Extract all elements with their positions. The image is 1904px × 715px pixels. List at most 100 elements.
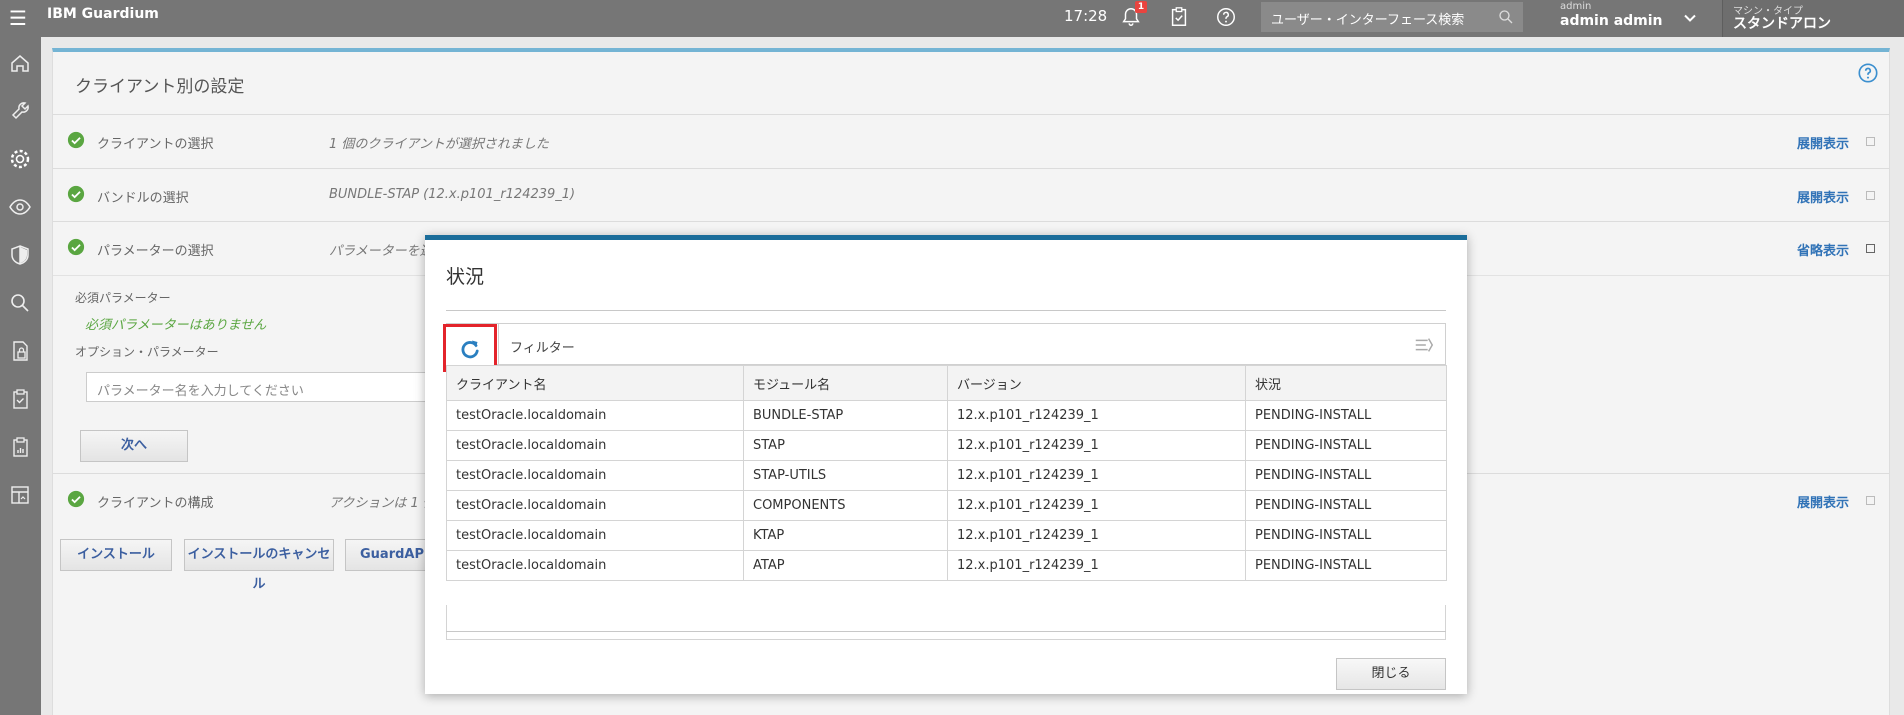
no-required-params: 必須パラメーターはありません xyxy=(85,318,267,333)
table-header-row: クライアント名 モジュール名 バージョン 状況 xyxy=(446,365,1447,401)
collapse-link[interactable]: 省略表示 xyxy=(1797,240,1849,259)
cell-version: 12.x.p101_r124239_1 xyxy=(947,430,1246,461)
expand-link[interactable]: 展開表示 xyxy=(1797,133,1849,152)
clock: 17:28 xyxy=(1064,7,1108,25)
check-circle-icon xyxy=(67,185,85,203)
column-header-status[interactable]: 状況 xyxy=(1245,365,1447,401)
machine-type: マシン・タイプ スタンドアロン xyxy=(1722,0,1904,37)
input-placeholder: パラメーター名を入力してください xyxy=(97,384,304,399)
cell-version: 12.x.p101_r124239_1 xyxy=(947,520,1246,551)
notification-badge: 1 xyxy=(1135,1,1147,13)
table-row[interactable]: testOracle.localdomain ATAP 12.x.p101_r124… xyxy=(446,550,1447,581)
cell-client: testOracle.localdomain xyxy=(446,400,744,431)
next-button[interactable]: 次へ xyxy=(80,430,188,462)
table-row[interactable]: testOracle.localdomain KTAP 12.x.p101_r124… xyxy=(446,520,1447,551)
column-header-client[interactable]: クライアント名 xyxy=(446,365,744,401)
check-circle-icon xyxy=(67,131,85,149)
cell-module: STAP-UTILS xyxy=(743,460,948,491)
search-icon[interactable] xyxy=(1497,8,1515,26)
cell-status: PENDING-INSTALL xyxy=(1245,520,1447,551)
wrench-icon[interactable] xyxy=(6,97,34,125)
check-circle-icon xyxy=(67,490,85,508)
column-header-version[interactable]: バージョン xyxy=(947,365,1246,401)
cell-version: 12.x.p101_r124239_1 xyxy=(947,490,1246,521)
cell-module: KTAP xyxy=(743,520,948,551)
home-icon[interactable] xyxy=(6,49,34,77)
side-nav xyxy=(0,37,41,715)
section-label: クライアントの選択 xyxy=(97,137,214,152)
section-label: パラメーターの選択 xyxy=(97,244,214,259)
menu-icon[interactable]: ☰ xyxy=(6,6,30,30)
cell-status: PENDING-INSTALL xyxy=(1245,460,1447,491)
cell-status: PENDING-INSTALL xyxy=(1245,490,1447,521)
help-icon[interactable] xyxy=(1215,6,1237,28)
help-icon[interactable] xyxy=(1857,62,1879,84)
brand-title: IBM Guardium xyxy=(47,6,159,22)
ui-search-input[interactable]: ユーザー・インターフェース検索 xyxy=(1261,2,1523,32)
section-label: バンドルの選択 xyxy=(97,191,189,206)
cell-client: testOracle.localdomain xyxy=(446,490,744,521)
cell-client: testOracle.localdomain xyxy=(446,550,744,581)
section-description: BUNDLE-STAP (12.x.p101_r124239_1) xyxy=(329,187,576,202)
optional-params-label: オプション・パラメーター xyxy=(75,345,219,359)
cell-version: 12.x.p101_r124239_1 xyxy=(947,550,1246,581)
page-title: クライアント別の設定 xyxy=(75,77,245,97)
search-icon[interactable] xyxy=(6,289,34,317)
lock-document-icon[interactable] xyxy=(6,337,34,365)
user-menu[interactable]: admin admin admin xyxy=(1560,0,1692,37)
clipboard-check-icon[interactable] xyxy=(6,385,34,413)
cell-module: BUNDLE-STAP xyxy=(743,400,948,431)
square-icon xyxy=(1866,191,1875,200)
table-empty-area xyxy=(446,605,1446,640)
dashboard-icon[interactable] xyxy=(6,481,34,509)
cancel-install-button[interactable]: インストールのキャンセル xyxy=(184,539,334,592)
check-circle-icon xyxy=(67,238,85,256)
table-row[interactable]: testOracle.localdomain STAP 12.x.p101_r124… xyxy=(446,430,1447,461)
search-placeholder: ユーザー・インターフェース検索 xyxy=(1271,13,1465,28)
section-description: 1 個のクライアントが選択されました xyxy=(329,137,549,152)
column-settings-icon[interactable] xyxy=(1413,334,1435,356)
expand-link[interactable]: 展開表示 xyxy=(1797,187,1849,206)
square-icon xyxy=(1866,244,1875,253)
parameter-name-input[interactable]: パラメーター名を入力してください xyxy=(86,372,426,402)
refresh-icon xyxy=(461,340,479,359)
square-icon xyxy=(1866,496,1875,505)
status-dialog: 状況 フィルター クライアント名 モジュール名 バージョン 状況 testOra… xyxy=(425,235,1467,694)
cell-status: PENDING-INSTALL xyxy=(1245,430,1447,461)
cell-client: testOracle.localdomain xyxy=(446,460,744,491)
table-row[interactable]: testOracle.localdomain STAP-UTILS 12.x.p10… xyxy=(446,460,1447,491)
guardapi-button[interactable]: GuardAPI ( xyxy=(345,539,435,571)
cell-version: 12.x.p101_r124239_1 xyxy=(947,400,1246,431)
user-id: admin xyxy=(1560,1,1592,12)
filter-input[interactable]: フィルター xyxy=(510,337,575,356)
report-icon[interactable] xyxy=(6,433,34,461)
machine-type-value: スタンドアロン xyxy=(1733,16,1831,32)
cell-status: PENDING-INSTALL xyxy=(1245,550,1447,581)
divider xyxy=(446,631,1446,632)
gear-icon[interactable] xyxy=(6,145,34,173)
grid-toolbar: フィルター xyxy=(443,323,1446,372)
close-button[interactable]: 閉じる xyxy=(1336,658,1446,690)
square-icon xyxy=(1866,137,1875,146)
eye-icon[interactable] xyxy=(6,193,34,221)
install-button[interactable]: インストール xyxy=(60,539,172,571)
expand-link[interactable]: 展開表示 xyxy=(1797,492,1849,511)
cell-status: PENDING-INSTALL xyxy=(1245,400,1447,431)
section-client-select: クライアントの選択 1 個のクライアントが選択されました 展開表示 xyxy=(53,114,1889,168)
user-name: admin admin xyxy=(1560,13,1663,29)
clipboard-icon[interactable] xyxy=(1168,6,1190,28)
column-header-module[interactable]: モジュール名 xyxy=(743,365,948,401)
cell-version: 12.x.p101_r124239_1 xyxy=(947,460,1246,491)
status-table: クライアント名 モジュール名 バージョン 状況 testOracle.local… xyxy=(446,365,1447,581)
top-bar: ☰ IBM Guardium 17:28 1 ユーザー・インターフェース検索 a… xyxy=(0,0,1904,37)
table-row[interactable]: testOracle.localdomain BUNDLE-STAP 12.x.p1… xyxy=(446,400,1447,431)
section-bundle-select: バンドルの選択 BUNDLE-STAP (12.x.p101_r124239_1… xyxy=(53,168,1889,221)
cell-client: testOracle.localdomain xyxy=(446,520,744,551)
table-row[interactable]: testOracle.localdomain COMPONENTS 12.x.p10… xyxy=(446,490,1447,521)
divider xyxy=(498,324,499,364)
cell-client: testOracle.localdomain xyxy=(446,430,744,461)
shield-icon[interactable] xyxy=(6,241,34,269)
cell-module: ATAP xyxy=(743,550,948,581)
section-label: クライアントの構成 xyxy=(97,496,214,511)
chevron-down-icon[interactable] xyxy=(1680,8,1700,28)
